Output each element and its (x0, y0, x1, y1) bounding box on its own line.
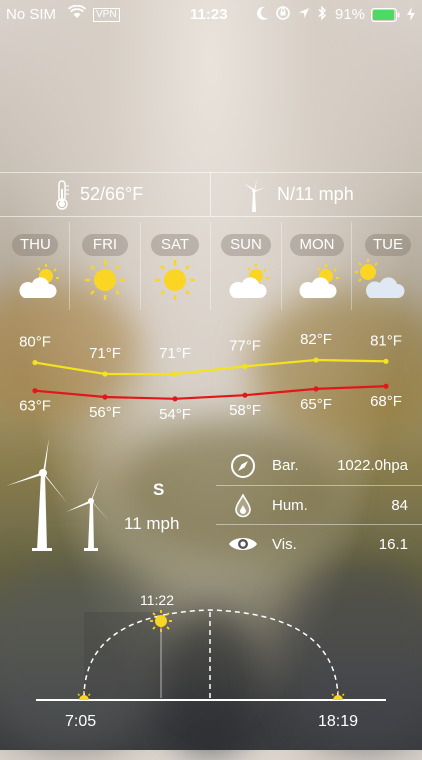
clock: 11:23 (190, 6, 228, 23)
day-label-tue[interactable]: TUE (365, 234, 411, 256)
low-temp-label: 54°F (159, 406, 191, 423)
sunrise-sun-icon (75, 689, 93, 707)
thermometer-icon (54, 179, 70, 216)
low-temp-label: 63°F (19, 398, 51, 415)
day-divider (351, 222, 352, 310)
temp-range-label: 52/66°F (80, 184, 144, 204)
day-label-sun[interactable]: SUN (221, 234, 271, 256)
bluetooth-icon (317, 5, 327, 25)
summary-top-divider (0, 172, 422, 173)
day-divider (69, 222, 70, 310)
visibility-label: Vis. (272, 536, 297, 553)
carrier-label: No SIM (6, 6, 57, 23)
day-label-fri[interactable]: FRI (82, 234, 128, 256)
low-temp-line (34, 385, 387, 400)
high-temp-label: 71°F (89, 345, 121, 362)
humidity-value: 84 (391, 497, 408, 514)
compass-icon (230, 453, 256, 484)
sun-icon (83, 258, 127, 307)
wind-turbines-icon (4, 436, 124, 561)
moon-icon (256, 5, 270, 25)
low-temp-point (102, 394, 108, 400)
wind-direction: S (153, 480, 165, 499)
rotation-lock-icon (275, 5, 291, 25)
wifi-icon (67, 4, 87, 23)
detail-divider (216, 485, 422, 486)
detail-divider (216, 524, 422, 525)
high-temp-label: 82°F (300, 331, 332, 348)
barometer-value: 1022.0hpa (337, 457, 408, 474)
sunset-sun-icon (329, 689, 347, 707)
battery-icon (371, 8, 401, 26)
low-temp-label: 68°F (370, 393, 402, 410)
summary-center-divider (210, 172, 211, 216)
day-label-sat[interactable]: SAT (151, 234, 199, 256)
high-temp-point (383, 358, 389, 364)
vpn-badge: VPN (93, 8, 120, 22)
charging-icon (406, 6, 416, 26)
low-temp-point (172, 396, 178, 402)
high-temp-label: 80°F (19, 334, 51, 351)
cloud-sun-icon (224, 262, 272, 307)
day-label-mon[interactable]: MON (290, 234, 344, 256)
low-temp-label: 65°F (300, 396, 332, 413)
wind-speed: 11 mph (124, 514, 180, 533)
sun-path-arc (83, 609, 339, 699)
high-temp-point (172, 371, 178, 377)
cloud-sun-icon (14, 262, 62, 307)
sunrise-time: 7:05 (65, 713, 97, 730)
low-temp-label: 56°F (89, 404, 121, 421)
day-divider (210, 222, 211, 310)
humidity-label: Hum. (272, 497, 308, 514)
high-temp-label: 77°F (229, 337, 261, 354)
temperature-chart: 80°F 71°F 71°F 77°F 82°F 81°F 63°F 56°F 54°F 58°F… (19, 331, 402, 423)
high-temp-point (102, 371, 108, 377)
current-sun-icon (149, 609, 173, 638)
wind-turbine-small-icon (240, 178, 268, 219)
day-divider (140, 222, 141, 310)
high-temp-point (242, 363, 248, 369)
low-temp-point (242, 392, 248, 398)
low-temp-point (313, 386, 319, 392)
wind-summary-label: N/11 mph (277, 184, 354, 204)
day-label-thu[interactable]: THU (12, 234, 58, 256)
status-bar: No SIM VPN 11:23 91% (0, 0, 422, 30)
low-temp-point (383, 383, 389, 389)
cloud-sun-icon (294, 262, 342, 307)
high-temp-label: 81°F (370, 332, 402, 349)
visibility-value: 16.1 (378, 536, 408, 553)
day-divider (281, 222, 282, 310)
sunset-time: 18:19 (318, 713, 359, 730)
barometer-label: Bar. (272, 457, 299, 474)
high-temp-point (313, 357, 319, 363)
low-temp-label: 58°F (229, 402, 261, 419)
battery-percent: 91% (335, 6, 366, 23)
location-icon (298, 6, 310, 23)
high-temp-label: 71°F (159, 345, 191, 362)
low-temp-point (32, 388, 38, 394)
current-time-label: 11:22 (140, 592, 174, 608)
high-temp-point (32, 359, 38, 366)
high-temp-line (34, 358, 387, 376)
summary-bottom-divider (0, 216, 422, 217)
sun-icon (153, 258, 197, 307)
visibility-eye-icon (228, 533, 258, 560)
sun-cloud-icon (354, 258, 406, 307)
humidity-drop-icon (234, 493, 252, 523)
